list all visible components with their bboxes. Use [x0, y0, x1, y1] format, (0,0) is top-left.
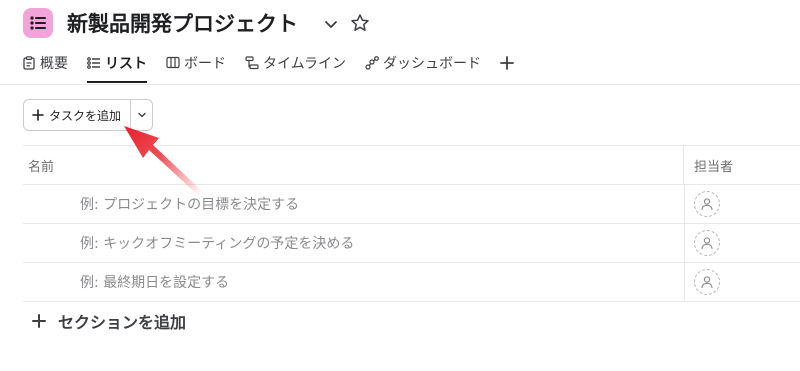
add-task-dropdown-button[interactable]	[131, 100, 152, 130]
user-icon	[701, 198, 713, 211]
assignee-avatar[interactable]	[694, 230, 720, 256]
add-task-button[interactable]: タスクを追加	[24, 100, 132, 130]
tab-board[interactable]: ボード	[166, 48, 226, 78]
clipboard-icon	[23, 56, 35, 70]
task-name[interactable]: 例: プロジェクトの目標を決定する	[23, 194, 299, 214]
tab-list[interactable]: リスト	[87, 48, 147, 83]
assignee-avatar[interactable]	[694, 269, 720, 295]
task-table: 名前 担当者 例: プロジェクトの目標を決定する 例: キックオフミーティングの…	[23, 145, 800, 302]
plus-icon	[32, 314, 46, 328]
table-row[interactable]: 例: キックオフミーティングの予定を決める	[23, 224, 800, 263]
tab-label: タイムライン	[263, 56, 347, 72]
user-icon	[701, 276, 713, 289]
add-section-label: セクションを追加	[58, 313, 187, 332]
star-icon[interactable]	[350, 13, 370, 33]
plus-icon	[500, 56, 514, 70]
table-row[interactable]: 例: 最終期日を設定する	[23, 263, 800, 302]
add-tab-button[interactable]	[500, 48, 514, 78]
project-icon[interactable]	[23, 8, 53, 38]
tab-label: ボード	[184, 56, 226, 72]
board-icon	[166, 56, 180, 69]
chevron-down-icon	[137, 112, 146, 118]
timeline-icon	[245, 56, 259, 70]
list-icon	[87, 57, 100, 69]
add-section-button[interactable]: セクションを追加	[32, 307, 186, 335]
task-name[interactable]: 例: 最終期日を設定する	[23, 272, 229, 292]
table-row[interactable]: 例: プロジェクトの目標を決定する	[23, 185, 800, 224]
table-header-row: 名前 担当者	[23, 145, 800, 185]
tab-label: 概要	[40, 56, 68, 72]
add-task-label: タスクを追加	[49, 108, 122, 123]
chevron-down-icon[interactable]	[321, 14, 341, 34]
add-task-split-button: タスクを追加	[23, 99, 154, 131]
list-icon	[30, 16, 46, 30]
tab-label: ダッシュボード	[383, 56, 482, 72]
task-name[interactable]: 例: キックオフミーティングの予定を決める	[23, 233, 354, 253]
tab-overview[interactable]: 概要	[22, 48, 68, 78]
project-tabs: 概要 リスト ボード タイムライン ダッシュボード	[22, 48, 514, 84]
column-header-assignee[interactable]: 担当者	[685, 146, 800, 184]
plus-icon	[32, 109, 44, 121]
column-header-name[interactable]: 名前	[23, 146, 684, 184]
user-icon	[701, 237, 713, 250]
tab-dashboard[interactable]: ダッシュボード	[365, 48, 481, 78]
dashboard-icon	[365, 56, 379, 70]
project-header: 新製品開発プロジェクト 概要 リスト ボード タイムライン ダッシュボード	[0, 0, 800, 85]
tab-label: リスト	[105, 56, 147, 72]
assignee-avatar[interactable]	[694, 191, 720, 217]
project-title[interactable]: 新製品開発プロジェクト	[67, 8, 298, 40]
tab-timeline[interactable]: タイムライン	[245, 48, 346, 78]
